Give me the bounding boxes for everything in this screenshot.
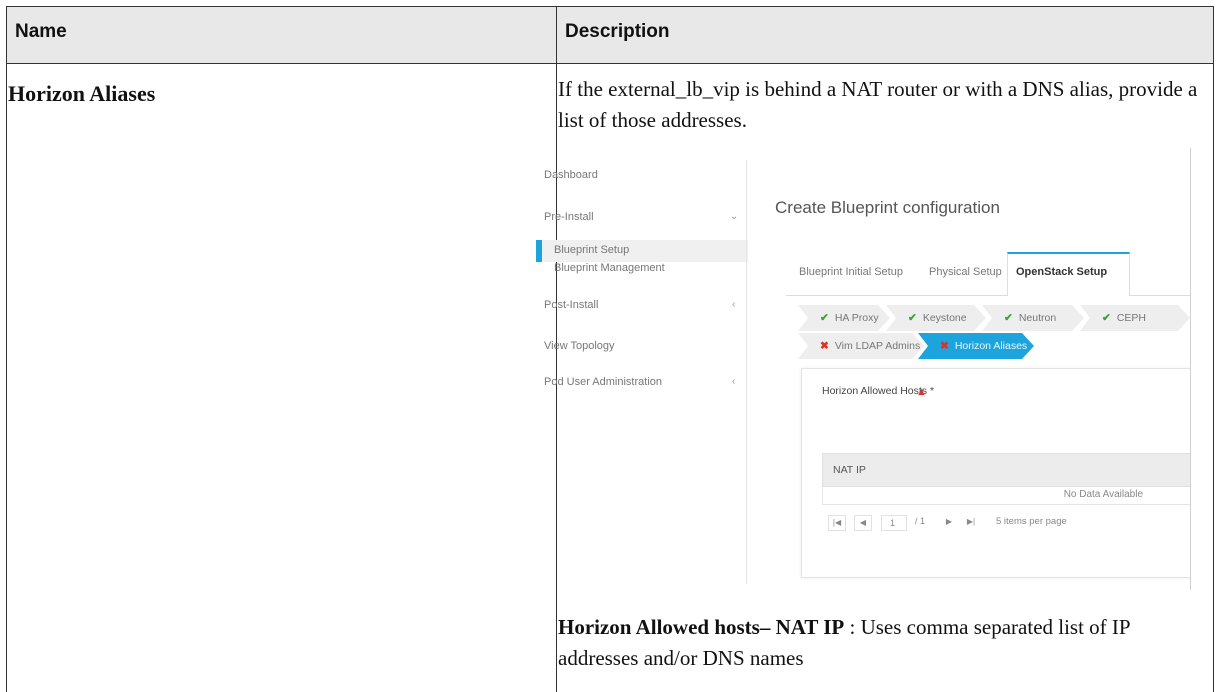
sidebar-item-pre-install[interactable]: Pre-Install (544, 211, 594, 223)
warning-icon: ▲ (916, 386, 927, 398)
row-name-cell: Horizon Aliases (8, 81, 156, 106)
header-description: Description (565, 21, 670, 42)
screenshot-divider (746, 160, 747, 584)
tab-blueprint-initial-setup[interactable]: Blueprint Initial Setup (799, 266, 903, 278)
first-page-icon[interactable]: |◀ (828, 515, 846, 531)
prev-page-icon[interactable]: ◀ (854, 515, 872, 531)
header-name: Name (15, 21, 67, 42)
row-description: If the external_lb_vip is behind a NAT r… (558, 77, 1198, 132)
last-page-icon[interactable]: ▶| (962, 515, 980, 531)
step-neutron[interactable]: ✔ Neutron (982, 305, 1084, 331)
embedded-screenshot: Dashboard Pre-Install ⌄ Blueprint Setup … (536, 148, 1190, 590)
error-x-icon: ✖ (820, 340, 829, 352)
check-icon: ✔ (908, 312, 917, 324)
page-title: Create Blueprint configuration (775, 198, 1000, 217)
table-header-row: Name Description (7, 7, 1213, 64)
row-footer-text: Horizon Allowed hosts– NAT IP : Uses com… (558, 612, 1198, 674)
check-icon: ✔ (1102, 312, 1111, 324)
chevron-left-icon: ‹ (732, 376, 736, 387)
active-nav-indicator (536, 240, 542, 262)
sidebar-item-view-topology[interactable]: View Topology (544, 340, 615, 352)
check-icon: ✔ (820, 312, 829, 324)
step-ceph[interactable]: ✔ CEPH (1080, 305, 1190, 331)
page-number-input[interactable]: 1 (881, 515, 907, 531)
screenshot-border (1190, 148, 1191, 590)
footer-bold-term: Horizon Allowed hosts– NAT IP (558, 615, 845, 639)
horizon-aliases-form: Horizon Allowed Hosts * ▲ NAT IP No Data… (801, 368, 1190, 578)
grid-empty-row: No Data Available (822, 487, 1190, 505)
grid-header: NAT IP (822, 453, 1190, 487)
step-horizon-aliases[interactable]: ✖ Horizon Aliases (918, 333, 1034, 359)
chevron-down-icon: ⌄ (730, 211, 739, 222)
sidebar-item-dashboard[interactable]: Dashboard (544, 169, 598, 181)
error-x-icon: ✖ (940, 340, 949, 352)
tab-physical-setup[interactable]: Physical Setup (929, 266, 1002, 278)
items-per-page[interactable]: 5 items per page (996, 516, 1067, 527)
chevron-left-icon: ‹ (732, 299, 736, 310)
check-icon: ✔ (1004, 312, 1013, 324)
sidebar-item-blueprint-setup[interactable]: Blueprint Setup (554, 244, 629, 256)
sidebar-item-post-install[interactable]: Post-Install (544, 299, 598, 311)
sidebar-item-blueprint-management[interactable]: Blueprint Management (554, 262, 665, 274)
tab-openstack-setup[interactable]: OpenStack Setup (1016, 266, 1107, 278)
page-total: / 1 (915, 516, 926, 526)
column-header-nat-ip: NAT IP (833, 464, 866, 476)
next-page-icon[interactable]: ▶ (940, 515, 958, 531)
sidebar-item-pod-user-administration[interactable]: Pod User Administration (544, 376, 662, 388)
step-ha-proxy[interactable]: ✔ HA Proxy (798, 305, 890, 331)
step-vim-ldap-admins[interactable]: ✖ Vim LDAP Admins (798, 333, 924, 359)
step-keystone[interactable]: ✔ Keystone (886, 305, 986, 331)
wizard-steps: ✔ HA Proxy ✔ Keystone ✔ Neutron ✔ CEPH ✖ Vim … (798, 305, 1190, 361)
empty-message: No Data Available (1063, 489, 1143, 500)
